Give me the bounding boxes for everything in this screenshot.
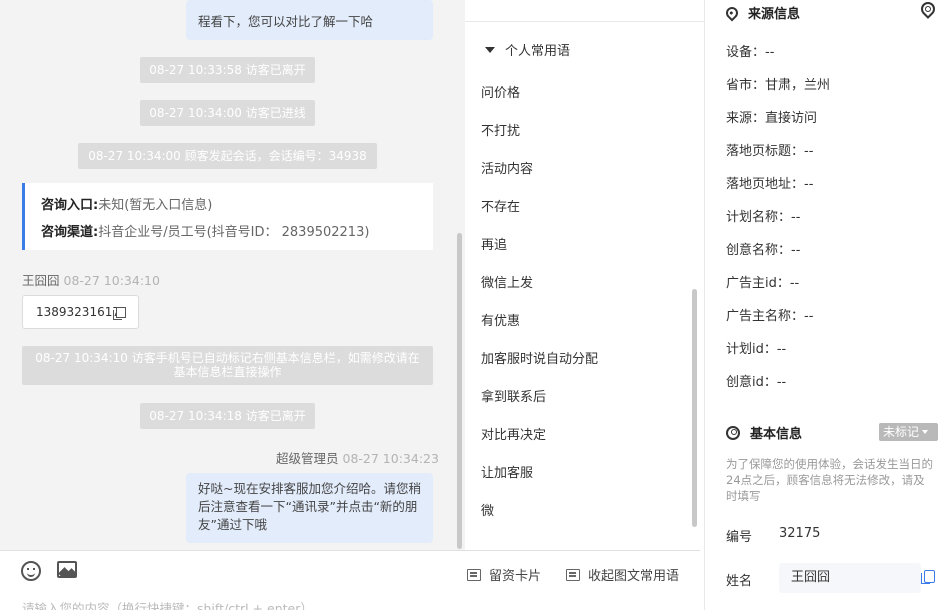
user-icon xyxy=(726,426,740,440)
system-message: 08-27 10:33:58 访客已离开 xyxy=(140,57,315,83)
phrase-item[interactable]: 拿到联系后 xyxy=(481,386,546,405)
system-message: 08-27 10:34:00 顾客发起会话，会话编号：34938 xyxy=(78,143,377,169)
phrase-item[interactable]: 再追 xyxy=(481,234,507,253)
card-icon xyxy=(467,569,481,581)
chat-scrollbar[interactable] xyxy=(457,233,462,549)
collapse-phrases-button[interactable]: 收起图文常用语 xyxy=(566,565,679,584)
source-row-device: 设备：-- xyxy=(726,45,775,60)
source-row-plan-id: 计划id：-- xyxy=(726,342,787,357)
phrase-item[interactable]: 问价格 xyxy=(481,82,520,101)
chat-panel: 程看下，您可以对比了解一下哈 08-27 10:33:58 访客已离开 08-2… xyxy=(0,0,465,550)
copy-icon[interactable] xyxy=(113,307,126,320)
collapse-icon xyxy=(566,569,580,581)
phrase-item[interactable]: 不打扰 xyxy=(481,120,520,139)
pin-icon[interactable] xyxy=(918,0,938,19)
edit-icon[interactable] xyxy=(921,570,935,584)
source-title: 来源信息 xyxy=(748,7,801,22)
system-message: 08-27 10:34:00 访客已进线 xyxy=(140,100,315,126)
visitor-time: 08-27 10:34:10 xyxy=(63,273,160,288)
tag-dropdown[interactable]: 未标记 xyxy=(879,423,938,441)
phrases-group-header[interactable]: 个人常用语 xyxy=(485,40,570,59)
agent-name: 超级管理员 xyxy=(276,451,339,466)
session-info-card: 咨询入口:未知(暂无入口信息) 咨询渠道:抖音企业号/员工号(抖音号ID： 28… xyxy=(22,183,433,250)
agent-sender: 超级管理员 08-27 10:34:23 xyxy=(276,448,439,467)
phrases-scrollbar[interactable] xyxy=(692,289,697,527)
phrase-item[interactable]: 有优惠 xyxy=(481,310,520,329)
agent-time: 08-27 10:34:23 xyxy=(342,451,439,466)
phrase-item[interactable]: 不存在 xyxy=(481,196,520,215)
phrase-item[interactable]: 微信上发 xyxy=(481,272,533,291)
message-input[interactable]: 请输入您的内容（换行快捷键：shift/ctrl + enter） xyxy=(22,598,313,610)
visitor-sender: 王囧囧 08-27 10:34:10 xyxy=(22,270,160,289)
collapse-phrases-label: 收起图文常用语 xyxy=(588,569,680,584)
phrase-item[interactable]: 让加客服 xyxy=(481,462,533,481)
source-row-advertiser-id: 广告主id：-- xyxy=(726,276,800,291)
image-icon[interactable] xyxy=(57,561,77,578)
agent-message-bubble: 好哒~现在安排客服加您介绍哈。请您稍后注意查看一下“通讯录”并点击“新的朋友”通… xyxy=(186,473,433,543)
source-section-title: 来源信息 xyxy=(723,3,801,22)
phrase-item[interactable]: 活动内容 xyxy=(481,158,533,177)
channel-label: 咨询渠道: xyxy=(41,225,99,240)
basic-title: 基本信息 xyxy=(750,427,803,442)
entry-value: 未知(暂无入口信息) xyxy=(98,198,213,213)
agent-message-bubble: 程看下，您可以对比了解一下哈 xyxy=(186,0,433,40)
message-input-area[interactable]: 留资卡片 收起图文常用语 请输入您的内容（换行快捷键：shift/ctrl + … xyxy=(0,550,700,610)
location-icon xyxy=(723,4,741,22)
source-row-advertiser-name: 广告主名称：-- xyxy=(726,309,814,324)
common-phrases-panel: 个人常用语 问价格 不打扰 活动内容 不存在 再追 微信上发 有优惠 加客服时说… xyxy=(465,0,704,550)
source-row-creative-id: 创意id：-- xyxy=(726,375,787,390)
visitor-phone: 13893231617 xyxy=(36,305,120,319)
number-label: 编号 xyxy=(726,530,753,545)
lead-card-label: 留资卡片 xyxy=(489,569,542,584)
source-row-origin: 来源：直接访问 xyxy=(726,111,818,126)
visitor-info-panel: 来源信息 设备：-- 省市：甘肃，兰州 来源：直接访问 落地页标题：-- 落地页… xyxy=(704,0,941,610)
edit-deadline-note: 为了保障您的使用体验，会话发生当日的24点之后，顾客信息将无法修改，请及时填写 xyxy=(726,457,933,503)
source-row-creative-name: 创意名称：-- xyxy=(726,243,801,258)
source-row-plan-name: 计划名称：-- xyxy=(726,210,801,225)
visitor-name: 王囧囧 xyxy=(22,273,60,288)
chevron-down-icon xyxy=(922,430,929,434)
source-row-landing-url: 落地页地址：-- xyxy=(726,177,814,192)
number-value: 32175 xyxy=(779,526,821,541)
channel-value: 抖音企业号/员工号(抖音号ID： 2839502213) xyxy=(98,225,370,240)
emoji-icon[interactable] xyxy=(21,561,41,581)
source-row-landing-title: 落地页标题：-- xyxy=(726,144,814,159)
basic-section-title: 基本信息 xyxy=(726,423,802,442)
entry-label: 咨询入口: xyxy=(41,198,99,213)
caret-down-icon xyxy=(485,47,495,53)
tag-dropdown-label: 未标记 xyxy=(883,425,920,439)
phrase-item[interactable]: 加客服时说自动分配 xyxy=(481,348,598,367)
source-row-city: 省市：甘肃，兰州 xyxy=(726,78,831,93)
phrases-group-title: 个人常用语 xyxy=(505,44,571,59)
name-field[interactable]: 王囧囧 xyxy=(779,563,921,593)
name-label: 姓名 xyxy=(726,574,753,589)
system-message: 08-27 10:34:18 访客已离开 xyxy=(140,403,315,429)
agent-message-text: 程看下，您可以对比了解一下哈 xyxy=(198,14,374,29)
phrase-item[interactable]: 对比再决定 xyxy=(481,424,546,443)
lead-card-button[interactable]: 留资卡片 xyxy=(467,565,541,584)
system-message-auto-tag: 08-27 10:34:10 访客手机号已自动标记右侧基本信息栏，如需修改请在基… xyxy=(22,346,433,385)
visitor-phone-bubble: 13893231617 xyxy=(22,295,139,329)
phrase-item[interactable]: 微 xyxy=(481,500,494,519)
divider xyxy=(465,21,704,22)
